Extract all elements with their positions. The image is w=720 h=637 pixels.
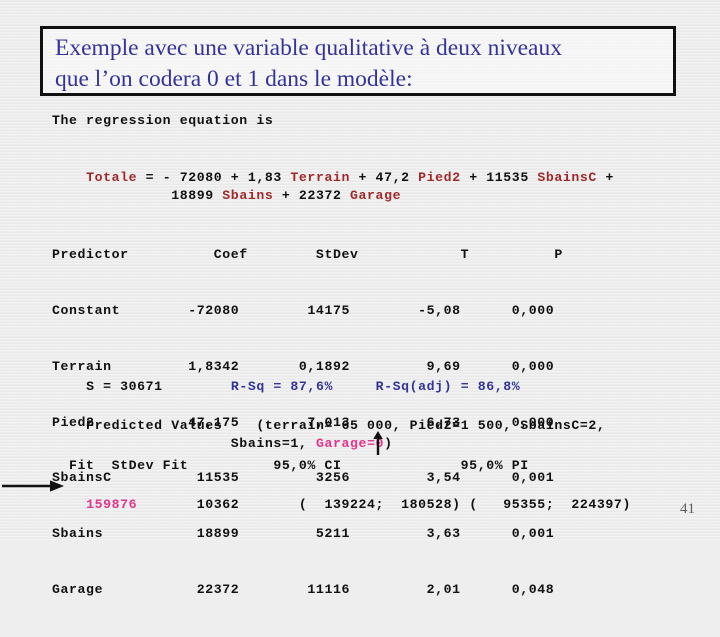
- eq-op-4: +: [596, 169, 614, 185]
- eq-coef-sbains: 18899: [86, 187, 223, 203]
- fit-rest: 10362 ( 139224; 180528) ( 95355; 224397): [137, 496, 631, 512]
- stat-gap-1: [163, 379, 231, 394]
- eq-term-sbainsc: SbainsC: [537, 169, 597, 185]
- predicted-conditions-2-prefix: Sbains=1,: [230, 435, 316, 451]
- slide-title-box: Exemple avec une variable qualitative à …: [40, 26, 676, 96]
- fit-table-row: 159876 10362 ( 139224; 180528) ( 95355; …: [52, 477, 631, 533]
- regression-intro-text: The regression equation is: [52, 113, 274, 128]
- slide-canvas: Exemple avec une variable qualitative à …: [0, 0, 720, 597]
- predicted-indent: [86, 436, 231, 451]
- fit-value: 159876: [86, 496, 138, 512]
- page-number: 41: [680, 501, 695, 517]
- eq-term-garage: Garage: [350, 187, 402, 203]
- eq-term-pied2: Pied2: [418, 169, 461, 185]
- stat-r-sq: R-Sq = 87,6%: [230, 378, 333, 394]
- slide-title-line-1: Exemple avec une variable qualitative à …: [55, 35, 562, 61]
- eq-coef-garage: + 22372: [273, 187, 351, 203]
- stat-s: S = 30671: [86, 378, 163, 394]
- stat-r-sq-adj: R-Sq(adj) = 86,8%: [375, 378, 521, 394]
- table-row: Garage 22372 11116 2,01 0,048: [52, 581, 555, 597]
- fit-table-header: Fit StDev Fit 95,0% CI 95,0% PI: [52, 458, 529, 473]
- stat-gap-2: [333, 379, 376, 394]
- up-arrow-annotation-icon: [373, 431, 383, 455]
- right-arrow-annotation-icon: [2, 480, 64, 492]
- table-header-row: Predictor Coef StDev T P: [52, 247, 563, 263]
- eq-op-3: + 11535: [460, 169, 538, 185]
- eq-term-sbains: Sbains: [222, 187, 274, 203]
- table-row: Constant -72080 14175 -5,08 0,000: [52, 302, 555, 318]
- slide-title-line-2: que l’on codera 0 et 1 dans le modèle:: [55, 66, 413, 92]
